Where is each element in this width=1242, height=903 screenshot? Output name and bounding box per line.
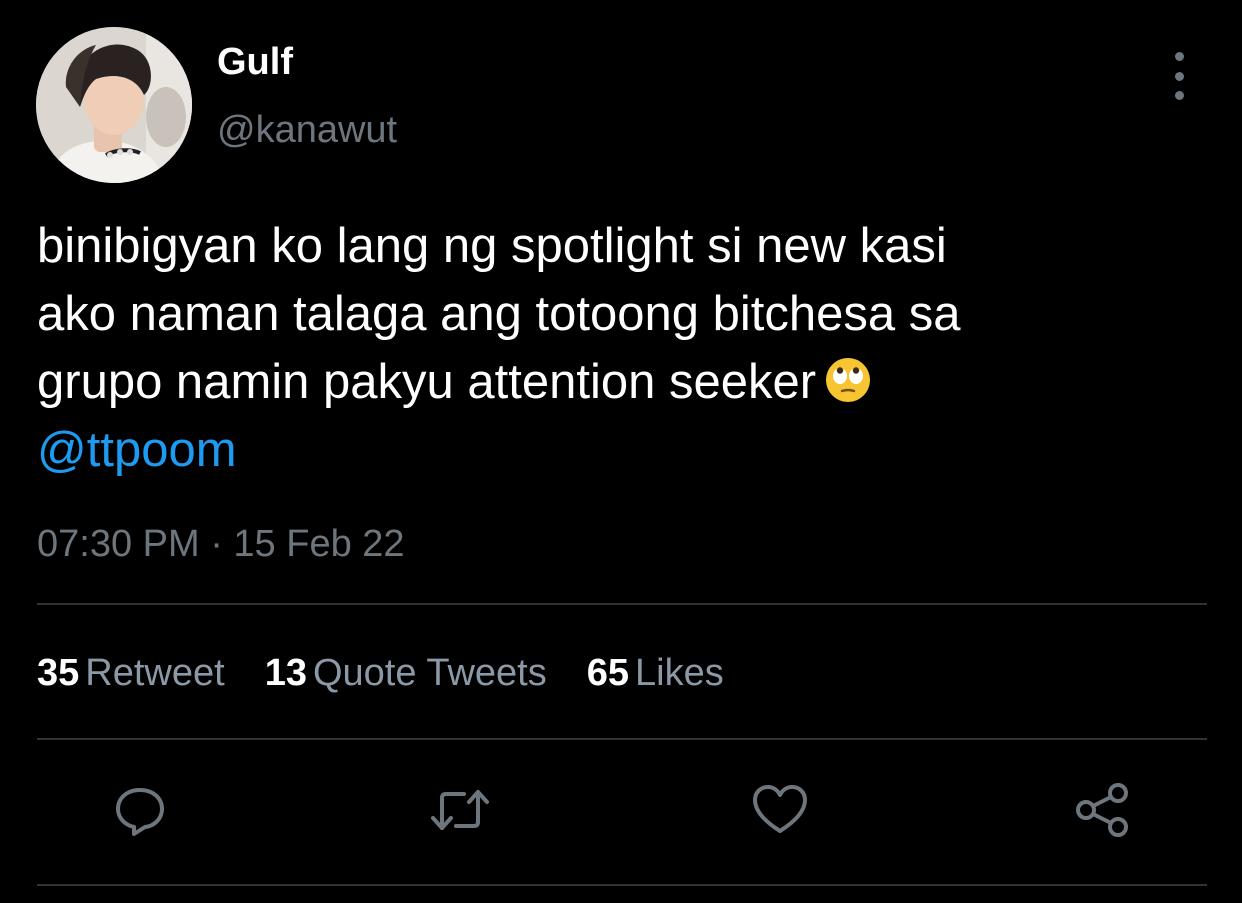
divider [37,603,1207,605]
retweet-count[interactable]: 35 Retweet [37,649,225,697]
avatar-photo [36,27,192,183]
reply-icon [116,788,164,836]
more-options-button[interactable] [1162,52,1196,100]
like-button[interactable] [748,778,812,842]
tweet-text: binibigyan ko lang ng spotlight si new k… [37,212,1197,484]
retweet-icon [431,790,489,830]
likes-count-label: Likes [635,652,724,694]
tweet-mention-line: @ttpoom [37,416,1197,484]
face-with-rolling-eyes-icon [826,358,871,402]
more-dot-icon [1174,91,1184,100]
mention-link[interactable]: @ttpoom [37,423,237,477]
quote-tweets-count[interactable]: 13 Quote Tweets [265,649,547,697]
share-icon [1076,783,1128,837]
retweet-count-label: Retweet [85,652,225,694]
tweet-text-line: grupo namin pakyu attention seeker [37,355,817,409]
avatar[interactable] [36,27,192,183]
tweet-text-line-with-emoji: grupo namin pakyu attention seeker [37,348,1197,416]
quote-tweets-count-value: 13 [264,652,307,694]
engagement-stats: 35 Retweet 13 Quote Tweets 65 Likes [37,649,724,697]
reply-button[interactable] [108,778,172,842]
retweet-count-value: 35 [37,652,80,694]
divider [37,884,1207,886]
author-handle[interactable]: @kanawut [217,108,397,152]
tweet-text-line: ako naman talaga ang totoong bitchesa sa [37,287,961,341]
retweet-button[interactable] [428,778,492,842]
quote-tweets-count-label: Quote Tweets [312,652,547,694]
share-button[interactable] [1070,778,1134,842]
more-dot-icon [1174,71,1184,81]
more-dot-icon [1174,52,1184,61]
author-name[interactable]: Gulf [217,40,293,84]
like-icon [753,785,807,833]
likes-count-value: 65 [586,652,630,694]
likes-count[interactable]: 65 Likes [587,649,724,697]
divider [37,738,1207,740]
tweet-text-line: binibigyan ko lang ng spotlight si new k… [37,219,947,273]
tweet-timestamp[interactable]: 07:30 PM · 15 Feb 22 [37,522,405,566]
